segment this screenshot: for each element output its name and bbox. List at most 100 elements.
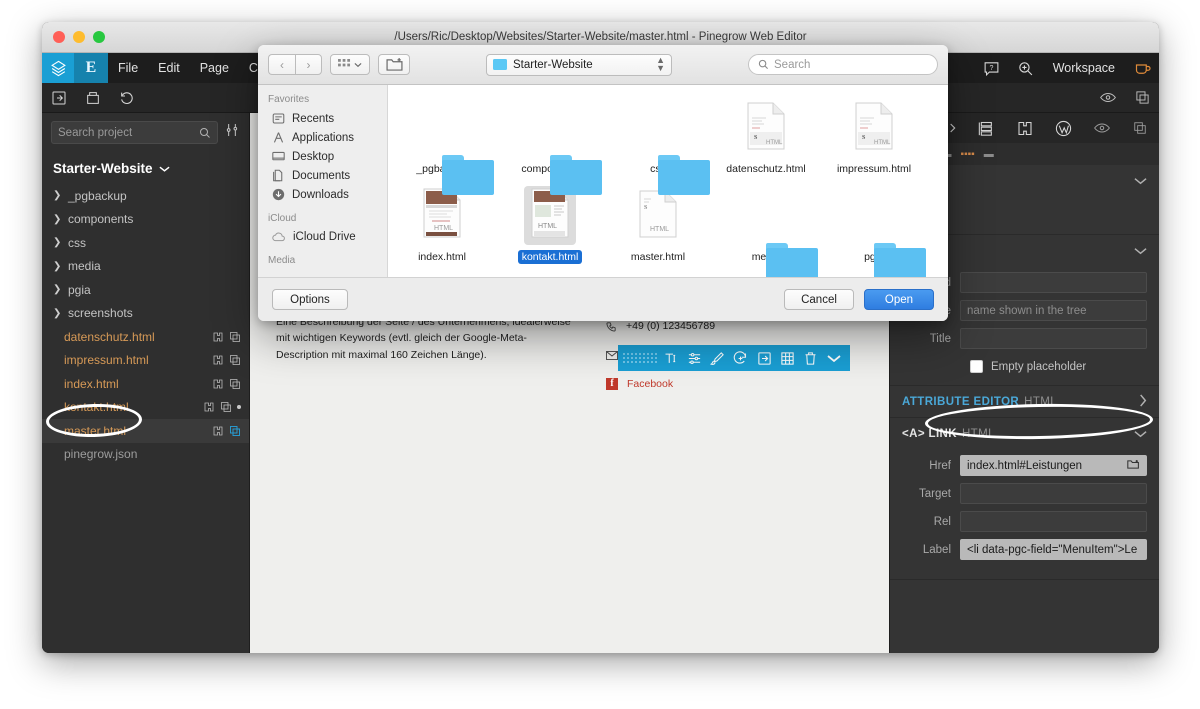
field-title-input[interactable] <box>960 328 1147 349</box>
tree-file-impressum[interactable]: impressum.html <box>42 349 249 373</box>
empty-placeholder-row[interactable]: Empty placeholder <box>902 356 1147 373</box>
sidebar-item-downloads[interactable]: Downloads <box>258 185 387 204</box>
open-in-icon[interactable] <box>42 83 76 113</box>
field-id-input[interactable] <box>960 272 1147 293</box>
tree-file-master[interactable]: master.html <box>42 419 249 443</box>
pinegrow-logo-icon[interactable] <box>42 53 74 83</box>
grid-icon[interactable] <box>776 345 799 371</box>
plugin-icon[interactable] <box>212 331 224 343</box>
settings-sliders-icon[interactable] <box>224 122 240 143</box>
maximize-window-button[interactable] <box>93 31 105 43</box>
help-icon[interactable]: ? <box>975 53 1009 83</box>
attribute-editor-header[interactable]: ATTRIBUTE EDITOR HTML <box>890 386 1159 417</box>
chevron-down-icon[interactable] <box>1134 427 1147 441</box>
file-row-actions[interactable] <box>212 354 241 366</box>
options-button[interactable]: Options <box>272 289 348 310</box>
plugin-icon[interactable] <box>212 425 224 437</box>
style-brush-icon[interactable] <box>706 345 729 371</box>
element-action-toolbar[interactable] <box>618 345 850 371</box>
chevron-down-icon[interactable] <box>823 345 846 371</box>
plugin-icon[interactable] <box>203 401 215 413</box>
field-href-input[interactable]: index.html#Leistungen <box>960 455 1147 476</box>
add-element-icon[interactable] <box>729 345 752 371</box>
file-cell-pgia[interactable]: pgia <box>820 185 928 277</box>
field-label-input[interactable]: <li data-pgc-field="MenuItem">Le <box>960 539 1147 560</box>
field-target-input[interactable] <box>960 483 1147 504</box>
tree-folder-media[interactable]: ❯ media <box>42 255 249 279</box>
plugin-icon[interactable] <box>1010 113 1040 143</box>
editor-mode-icon[interactable]: E <box>74 53 108 83</box>
project-title-row[interactable]: Starter-Website <box>42 150 249 184</box>
menu-page[interactable]: Page <box>190 53 239 83</box>
close-window-button[interactable] <box>53 31 65 43</box>
chevron-down-icon[interactable] <box>1134 174 1147 188</box>
dialog-nav-buttons[interactable]: ‹ › <box>268 54 322 75</box>
workspace-menu[interactable]: Workspace <box>1043 53 1125 83</box>
coffee-cup-icon[interactable] <box>1125 53 1159 83</box>
duplicate-icon[interactable] <box>1125 113 1155 143</box>
sidebar-item-recents[interactable]: Recents <box>258 109 387 128</box>
sidebar-item-desktop[interactable]: Desktop <box>258 147 387 166</box>
search-input[interactable]: Search project <box>51 121 218 144</box>
duplicate-icon[interactable] <box>1125 83 1159 113</box>
empty-placeholder-checkbox[interactable] <box>970 360 983 373</box>
sidebar-item-documents[interactable]: Documents <box>258 166 387 185</box>
undo-icon[interactable] <box>110 83 144 113</box>
file-cell-css[interactable]: css <box>604 97 712 195</box>
file-cell-datenschutz[interactable]: S HTML datenschutz.html <box>712 97 820 185</box>
file-cell-pgbackup[interactable]: _pgbackup <box>388 97 496 195</box>
sidebar-item-applications[interactable]: Applications <box>258 128 387 147</box>
file-cell-kontakt[interactable]: HTML kontakt.html <box>496 185 604 273</box>
menu-edit[interactable]: Edit <box>148 53 190 83</box>
library-icon[interactable] <box>971 113 1001 143</box>
duplicate-icon[interactable] <box>229 378 241 390</box>
browse-file-icon[interactable] <box>1127 459 1140 473</box>
minimize-window-button[interactable] <box>73 31 85 43</box>
file-row-actions[interactable] <box>212 425 241 437</box>
duplicate-icon[interactable] <box>229 354 241 366</box>
cancel-button[interactable]: Cancel <box>784 289 854 310</box>
save-icon[interactable] <box>76 83 110 113</box>
tree-file-datenschutz[interactable]: datenschutz.html <box>42 325 249 349</box>
eye-icon[interactable] <box>1091 83 1125 113</box>
field-name-input[interactable]: name shown in the tree <box>960 300 1147 321</box>
duplicate-icon[interactable] <box>229 331 241 343</box>
file-cell-media[interactable]: media <box>712 185 820 277</box>
tree-folder-css[interactable]: ❯ css <box>42 231 249 255</box>
open-button[interactable]: Open <box>864 289 934 310</box>
window-traffic-lights[interactable] <box>53 31 105 43</box>
plugin-icon[interactable] <box>212 354 224 366</box>
tree-folder-components[interactable]: ❯ components <box>42 208 249 232</box>
tree-folder-screenshots[interactable]: ❯ screenshots <box>42 302 249 326</box>
new-folder-button[interactable] <box>378 54 410 75</box>
back-button[interactable]: ‹ <box>268 54 295 75</box>
forward-button[interactable]: › <box>295 54 322 75</box>
duplicate-icon[interactable] <box>229 425 241 437</box>
element-settings-icon[interactable] <box>682 345 705 371</box>
delete-icon[interactable] <box>799 345 822 371</box>
tree-file-kontakt[interactable]: kontakt.html <box>42 396 249 420</box>
tab-icon-5[interactable]: ▬ <box>984 149 994 160</box>
tree-file-index[interactable]: index.html <box>42 372 249 396</box>
view-mode-button[interactable] <box>330 54 370 75</box>
plugin-icon[interactable] <box>212 378 224 390</box>
tree-file-pinegrow-json[interactable]: pinegrow.json <box>42 443 249 467</box>
wordpress-icon[interactable] <box>1048 113 1078 143</box>
file-cell-master[interactable]: S HTML master.html <box>604 185 712 273</box>
file-cell-impressum[interactable]: S HTML impressum.html <box>820 97 928 185</box>
chevron-right-icon[interactable] <box>1139 393 1147 410</box>
eye-icon[interactable] <box>1087 113 1117 143</box>
tab-icon-active[interactable]: ▪▪▪▪ <box>961 149 975 160</box>
drag-handle[interactable] <box>622 352 658 364</box>
tree-folder-pgbackup[interactable]: ❯ _pgbackup <box>42 184 249 208</box>
duplicate-icon[interactable] <box>220 401 232 413</box>
file-row-actions[interactable] <box>212 331 241 343</box>
contact-social-row[interactable]: f Facebook <box>606 378 786 390</box>
chevron-down-icon[interactable] <box>1134 244 1147 258</box>
edit-text-icon[interactable] <box>659 345 682 371</box>
tree-folder-pgia[interactable]: ❯ pgia <box>42 278 249 302</box>
dialog-search-input[interactable]: Search <box>748 54 938 75</box>
file-row-actions[interactable] <box>203 401 241 413</box>
file-cell-index[interactable]: HTML index.html <box>388 185 496 273</box>
field-rel-input[interactable] <box>960 511 1147 532</box>
